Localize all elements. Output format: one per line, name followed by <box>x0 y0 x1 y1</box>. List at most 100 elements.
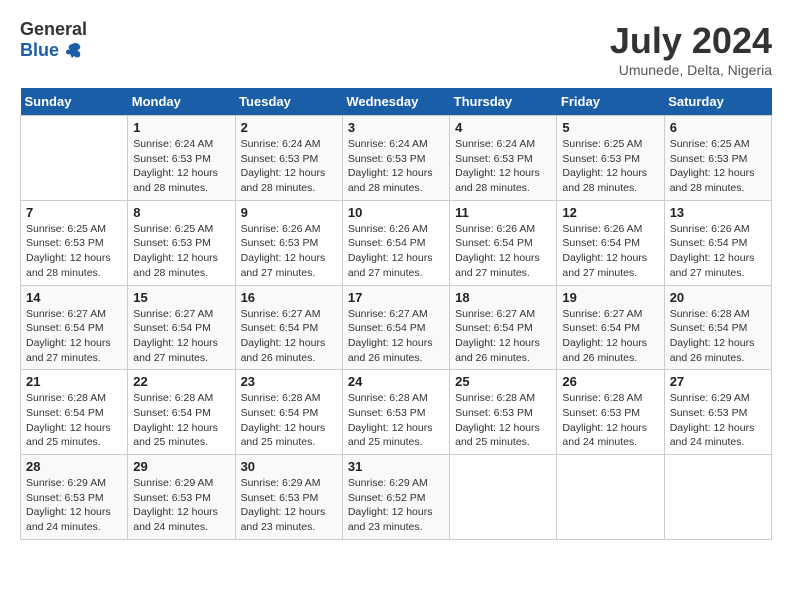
day-info: Sunrise: 6:24 AM Sunset: 6:53 PM Dayligh… <box>133 137 229 196</box>
day-number: 21 <box>26 374 122 389</box>
calendar-cell: 26 Sunrise: 6:28 AM Sunset: 6:53 PM Dayli… <box>557 370 664 455</box>
calendar-cell <box>664 455 771 540</box>
day-info: Sunrise: 6:27 AM Sunset: 6:54 PM Dayligh… <box>26 307 122 366</box>
calendar-cell: 13Sunrise: 6:26 AM Sunset: 6:54 PM Dayli… <box>664 200 771 285</box>
day-number: 22 <box>133 374 229 389</box>
calendar-cell: 14 Sunrise: 6:27 AM Sunset: 6:54 PM Dayli… <box>21 285 128 370</box>
day-header-thursday: Thursday <box>450 88 557 116</box>
calendar-cell <box>450 455 557 540</box>
day-info: Sunrise: 6:24 AM Sunset: 6:53 PM Dayligh… <box>348 137 444 196</box>
location: Umunede, Delta, Nigeria <box>610 62 772 78</box>
day-info: Sunrise: 6:25 AM Sunset: 6:53 PM Dayligh… <box>26 222 122 281</box>
calendar-cell: 30 Sunrise: 6:29 AM Sunset: 6:53 PM Dayli… <box>235 455 342 540</box>
calendar-cell: 4 Sunrise: 6:24 AM Sunset: 6:53 PM Daylig… <box>450 116 557 201</box>
day-number: 4 <box>455 120 551 135</box>
day-info: Sunrise: 6:29 AM Sunset: 6:53 PM Dayligh… <box>670 391 766 450</box>
day-info: Sunrise: 6:25 AM Sunset: 6:53 PM Dayligh… <box>133 222 229 281</box>
day-info: Sunrise: 6:26 AM Sunset: 6:53 PM Dayligh… <box>241 222 337 281</box>
day-info: Sunrise: 6:28 AM Sunset: 6:54 PM Dayligh… <box>26 391 122 450</box>
day-info: Sunrise: 6:27 AM Sunset: 6:54 PM Dayligh… <box>455 307 551 366</box>
calendar-cell: 29 Sunrise: 6:29 AM Sunset: 6:53 PM Dayli… <box>128 455 235 540</box>
day-number: 2 <box>241 120 337 135</box>
calendar-cell: 20Sunrise: 6:28 AM Sunset: 6:54 PM Dayli… <box>664 285 771 370</box>
calendar-cell: 1 Sunrise: 6:24 AM Sunset: 6:53 PM Daylig… <box>128 116 235 201</box>
day-number: 18 <box>455 290 551 305</box>
day-number: 27 <box>670 374 766 389</box>
day-number: 29 <box>133 459 229 474</box>
day-info: Sunrise: 6:29 AM Sunset: 6:52 PM Dayligh… <box>348 476 444 535</box>
day-info: Sunrise: 6:24 AM Sunset: 6:53 PM Dayligh… <box>455 137 551 196</box>
month-title: July 2024 <box>610 20 772 62</box>
week-row-2: 7 Sunrise: 6:25 AM Sunset: 6:53 PM Daylig… <box>21 200 772 285</box>
logo-bird-icon <box>61 40 83 62</box>
day-number: 3 <box>348 120 444 135</box>
week-row-3: 14 Sunrise: 6:27 AM Sunset: 6:54 PM Dayli… <box>21 285 772 370</box>
day-info: Sunrise: 6:29 AM Sunset: 6:53 PM Dayligh… <box>26 476 122 535</box>
day-info: Sunrise: 6:27 AM Sunset: 6:54 PM Dayligh… <box>348 307 444 366</box>
day-number: 10 <box>348 205 444 220</box>
week-row-1: 1 Sunrise: 6:24 AM Sunset: 6:53 PM Daylig… <box>21 116 772 201</box>
day-number: 15 <box>133 290 229 305</box>
calendar-cell: 15 Sunrise: 6:27 AM Sunset: 6:54 PM Dayli… <box>128 285 235 370</box>
calendar-cell: 23 Sunrise: 6:28 AM Sunset: 6:54 PM Dayli… <box>235 370 342 455</box>
day-number: 1 <box>133 120 229 135</box>
day-number: 17 <box>348 290 444 305</box>
day-number: 26 <box>562 374 658 389</box>
calendar-cell: 28 Sunrise: 6:29 AM Sunset: 6:53 PM Dayli… <box>21 455 128 540</box>
day-number: 24 <box>348 374 444 389</box>
day-info: Sunrise: 6:28 AM Sunset: 6:54 PM Dayligh… <box>133 391 229 450</box>
day-info: Sunrise: 6:25 AM Sunset: 6:53 PM Dayligh… <box>670 137 766 196</box>
day-number: 8 <box>133 205 229 220</box>
day-info: Sunrise: 6:27 AM Sunset: 6:54 PM Dayligh… <box>133 307 229 366</box>
day-number: 6 <box>670 120 766 135</box>
day-info: Sunrise: 6:28 AM Sunset: 6:53 PM Dayligh… <box>455 391 551 450</box>
day-number: 14 <box>26 290 122 305</box>
day-info: Sunrise: 6:25 AM Sunset: 6:53 PM Dayligh… <box>562 137 658 196</box>
day-info: Sunrise: 6:29 AM Sunset: 6:53 PM Dayligh… <box>133 476 229 535</box>
page-header: General Blue July 2024 Umunede, Delta, N… <box>20 20 772 78</box>
day-info: Sunrise: 6:29 AM Sunset: 6:53 PM Dayligh… <box>241 476 337 535</box>
day-number: 5 <box>562 120 658 135</box>
day-info: Sunrise: 6:28 AM Sunset: 6:54 PM Dayligh… <box>241 391 337 450</box>
title-block: July 2024 Umunede, Delta, Nigeria <box>610 20 772 78</box>
calendar-cell: 19 Sunrise: 6:27 AM Sunset: 6:54 PM Dayli… <box>557 285 664 370</box>
calendar-cell: 3 Sunrise: 6:24 AM Sunset: 6:53 PM Daylig… <box>342 116 449 201</box>
calendar-cell: 18 Sunrise: 6:27 AM Sunset: 6:54 PM Dayli… <box>450 285 557 370</box>
day-info: Sunrise: 6:27 AM Sunset: 6:54 PM Dayligh… <box>562 307 658 366</box>
week-row-5: 28 Sunrise: 6:29 AM Sunset: 6:53 PM Dayli… <box>21 455 772 540</box>
logo-blue: Blue <box>20 41 59 61</box>
day-info: Sunrise: 6:27 AM Sunset: 6:54 PM Dayligh… <box>241 307 337 366</box>
day-number: 7 <box>26 205 122 220</box>
day-info: Sunrise: 6:28 AM Sunset: 6:53 PM Dayligh… <box>348 391 444 450</box>
calendar-cell: 31Sunrise: 6:29 AM Sunset: 6:52 PM Dayli… <box>342 455 449 540</box>
day-header-sunday: Sunday <box>21 88 128 116</box>
calendar-cell: 22 Sunrise: 6:28 AM Sunset: 6:54 PM Dayli… <box>128 370 235 455</box>
calendar-cell <box>557 455 664 540</box>
calendar-table: SundayMondayTuesdayWednesdayThursdayFrid… <box>20 88 772 540</box>
header-row: SundayMondayTuesdayWednesdayThursdayFrid… <box>21 88 772 116</box>
calendar-cell: 6 Sunrise: 6:25 AM Sunset: 6:53 PM Daylig… <box>664 116 771 201</box>
calendar-cell: 24 Sunrise: 6:28 AM Sunset: 6:53 PM Dayli… <box>342 370 449 455</box>
day-number: 23 <box>241 374 337 389</box>
calendar-cell: 9Sunrise: 6:26 AM Sunset: 6:53 PM Daylig… <box>235 200 342 285</box>
logo: General Blue <box>20 20 87 62</box>
calendar-cell: 27 Sunrise: 6:29 AM Sunset: 6:53 PM Dayli… <box>664 370 771 455</box>
day-number: 25 <box>455 374 551 389</box>
day-number: 30 <box>241 459 337 474</box>
day-info: Sunrise: 6:26 AM Sunset: 6:54 PM Dayligh… <box>455 222 551 281</box>
day-number: 28 <box>26 459 122 474</box>
day-info: Sunrise: 6:24 AM Sunset: 6:53 PM Dayligh… <box>241 137 337 196</box>
day-header-tuesday: Tuesday <box>235 88 342 116</box>
day-number: 20 <box>670 290 766 305</box>
calendar-cell: 21 Sunrise: 6:28 AM Sunset: 6:54 PM Dayli… <box>21 370 128 455</box>
calendar-cell: 12Sunrise: 6:26 AM Sunset: 6:54 PM Dayli… <box>557 200 664 285</box>
calendar-cell: 10Sunrise: 6:26 AM Sunset: 6:54 PM Dayli… <box>342 200 449 285</box>
day-info: Sunrise: 6:28 AM Sunset: 6:53 PM Dayligh… <box>562 391 658 450</box>
day-number: 12 <box>562 205 658 220</box>
calendar-cell: 8 Sunrise: 6:25 AM Sunset: 6:53 PM Daylig… <box>128 200 235 285</box>
day-header-monday: Monday <box>128 88 235 116</box>
calendar-cell: 5 Sunrise: 6:25 AM Sunset: 6:53 PM Daylig… <box>557 116 664 201</box>
calendar-cell <box>21 116 128 201</box>
day-number: 19 <box>562 290 658 305</box>
day-number: 13 <box>670 205 766 220</box>
